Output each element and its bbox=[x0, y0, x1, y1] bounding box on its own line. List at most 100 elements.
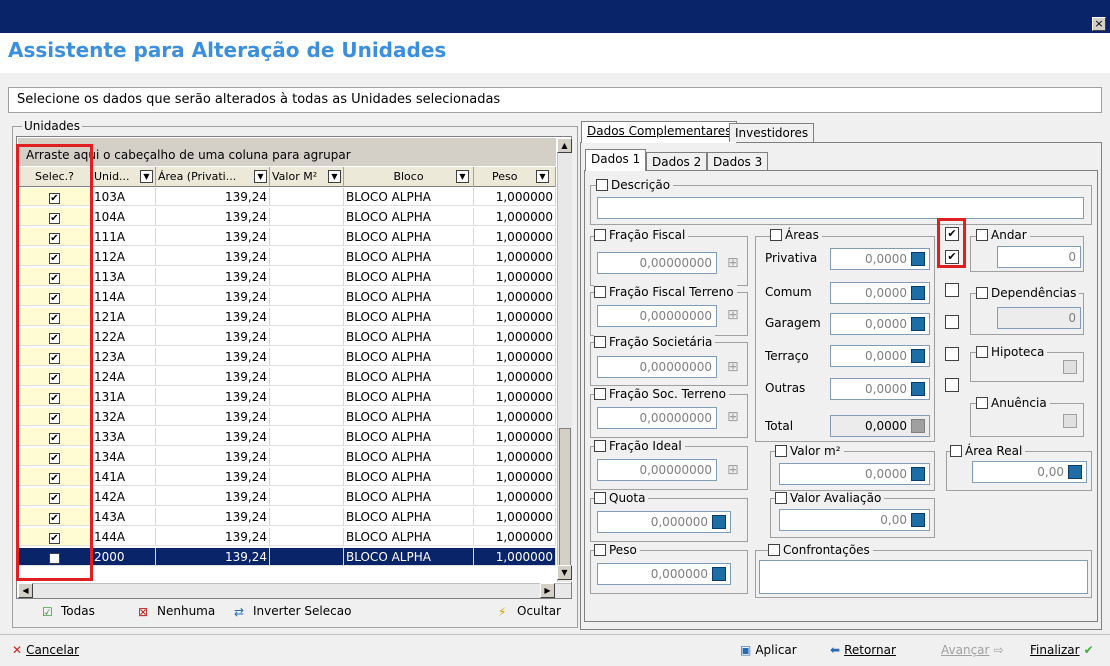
horizontal-scrollbar[interactable]: ◀ ▶ bbox=[18, 583, 571, 598]
scroll-down-icon[interactable]: ▼ bbox=[557, 565, 572, 580]
fracao-ideal-checkbox[interactable] bbox=[594, 440, 606, 452]
areas-checkbox[interactable] bbox=[770, 229, 782, 241]
fracao-fiscal-terreno-input[interactable]: 0,00000000 bbox=[597, 305, 717, 327]
andar-checkbox[interactable] bbox=[976, 229, 988, 241]
tab-dados-complementares[interactable]: Dados Complementares bbox=[581, 121, 738, 143]
fracao-soc-terreno-input[interactable]: 0,00000000 bbox=[597, 407, 717, 429]
calculator-icon[interactable] bbox=[911, 252, 925, 266]
table-row[interactable]: ✔ 134A 139,24 BLOCO ALPHA 1,000000 bbox=[18, 448, 556, 466]
calculator-icon[interactable] bbox=[911, 513, 925, 527]
select-none-button[interactable]: ⊠ Nenhuma bbox=[138, 604, 215, 619]
table-row[interactable]: ✔ 111A 139,24 BLOCO ALPHA 1,000000 bbox=[18, 228, 556, 246]
table-row[interactable]: ✔ 142A 139,24 BLOCO ALPHA 1,000000 bbox=[18, 488, 556, 506]
table-row[interactable]: ✔ 144A 139,24 BLOCO ALPHA 1,000000 bbox=[18, 528, 556, 546]
fracao-societaria-checkbox[interactable] bbox=[594, 336, 606, 348]
valor-m2-legend[interactable]: Valor m² bbox=[775, 444, 844, 458]
fracao-fiscal-terreno-legend[interactable]: Fração Fiscal Terreno bbox=[594, 285, 737, 299]
filter-dropdown-icon[interactable]: ▼ bbox=[254, 170, 267, 183]
quota-legend[interactable]: Quota bbox=[594, 491, 649, 505]
fracao-fiscal-input[interactable]: 0,00000000 bbox=[597, 252, 717, 274]
scroll-right-icon[interactable]: ▶ bbox=[540, 583, 555, 598]
add-icon[interactable]: ⊞ bbox=[727, 308, 741, 324]
hide-button[interactable]: ⚡ Ocultar bbox=[498, 604, 561, 619]
scroll-thumb[interactable] bbox=[559, 428, 571, 568]
valor-m2-checkbox[interactable] bbox=[775, 445, 787, 457]
confrontacoes-checkbox[interactable] bbox=[768, 544, 780, 556]
filter-dropdown-icon[interactable]: ▼ bbox=[140, 170, 153, 183]
close-button[interactable]: × bbox=[1092, 17, 1106, 31]
valor-avaliacao-input[interactable]: 0,00 bbox=[779, 509, 930, 531]
anuencia-checkbox[interactable] bbox=[976, 397, 988, 409]
table-row[interactable]: ✔ 133A 139,24 BLOCO ALPHA 1,000000 bbox=[18, 428, 556, 446]
garagem-checkbox[interactable] bbox=[945, 315, 959, 329]
comum-checkbox[interactable] bbox=[945, 283, 959, 297]
table-row[interactable]: ✔ 113A 139,24 BLOCO ALPHA 1,000000 bbox=[18, 268, 556, 286]
andar-legend[interactable]: Andar bbox=[976, 228, 1030, 242]
invert-selection-button[interactable]: ⇄ Inverter Selecao bbox=[234, 604, 351, 619]
table-row[interactable]: ✔ 131A 139,24 BLOCO ALPHA 1,000000 bbox=[18, 388, 556, 406]
peso-input[interactable]: 0,000000 bbox=[597, 563, 731, 585]
apply-button[interactable]: ▣ Aplicar bbox=[740, 643, 797, 657]
descricao-input[interactable] bbox=[597, 197, 1084, 219]
fracao-fiscal-legend[interactable]: Fração Fiscal bbox=[594, 228, 689, 242]
tab-dados-1[interactable]: Dados 1 bbox=[585, 149, 647, 171]
table-row[interactable]: ✔ 132A 139,24 BLOCO ALPHA 1,000000 bbox=[18, 408, 556, 426]
descricao-legend[interactable]: Descrição bbox=[596, 178, 674, 192]
calculator-icon[interactable] bbox=[911, 286, 925, 300]
dependencias-input[interactable]: 0 bbox=[997, 307, 1081, 329]
add-icon[interactable]: ⊞ bbox=[727, 410, 741, 426]
col-header-bloco[interactable]: Bloco bbox=[344, 167, 474, 187]
table-row[interactable]: ✔ 103A 139,24 BLOCO ALPHA 1,000000 bbox=[18, 188, 556, 206]
confrontacoes-input[interactable] bbox=[759, 560, 1088, 594]
calculator-icon[interactable] bbox=[712, 515, 726, 529]
calculator-icon[interactable] bbox=[1068, 465, 1082, 479]
area-real-checkbox[interactable] bbox=[950, 445, 962, 457]
terraco-checkbox[interactable] bbox=[945, 347, 959, 361]
calculator-icon[interactable] bbox=[911, 317, 925, 331]
cancel-button[interactable]: ✕ Cancelar bbox=[12, 643, 79, 657]
table-row[interactable]: ✔ 141A 139,24 BLOCO ALPHA 1,000000 bbox=[18, 468, 556, 486]
tab-dados-2[interactable]: Dados 2 bbox=[646, 152, 708, 170]
valor-avaliacao-legend[interactable]: Valor Avaliação bbox=[775, 491, 885, 505]
anuencia-legend[interactable]: Anuência bbox=[976, 396, 1050, 410]
tab-dados-3[interactable]: Dados 3 bbox=[707, 152, 769, 170]
scroll-left-icon[interactable]: ◀ bbox=[18, 583, 33, 598]
hipoteca-checkbox[interactable] bbox=[976, 346, 988, 358]
calculator-icon[interactable] bbox=[911, 382, 925, 396]
quota-input[interactable]: 0,000000 bbox=[597, 511, 731, 533]
tab-investidores[interactable]: Investidores bbox=[729, 123, 815, 142]
table-row[interactable]: ✔ 121A 139,24 BLOCO ALPHA 1,000000 bbox=[18, 308, 556, 326]
table-row[interactable]: ✔ 112A 139,24 BLOCO ALPHA 1,000000 bbox=[18, 248, 556, 266]
fracao-soc-terreno-checkbox[interactable] bbox=[594, 388, 606, 400]
calculator-icon[interactable] bbox=[712, 567, 726, 581]
descricao-checkbox[interactable] bbox=[596, 179, 608, 191]
finish-button[interactable]: Finalizar ✔ bbox=[1030, 643, 1094, 657]
quota-checkbox[interactable] bbox=[594, 492, 606, 504]
select-all-button[interactable]: ☑ Todas bbox=[42, 604, 95, 619]
group-by-area[interactable]: Arraste aqui o cabeçalho de uma coluna p… bbox=[18, 138, 556, 166]
fracao-ideal-legend[interactable]: Fração Ideal bbox=[594, 439, 685, 453]
fracao-societaria-legend[interactable]: Fração Societária bbox=[594, 335, 716, 349]
col-header-area[interactable]: Área (Privati... bbox=[156, 167, 270, 187]
valor-m2-input[interactable]: 0,0000 bbox=[779, 463, 930, 485]
table-row[interactable]: ✔ 124A 139,24 BLOCO ALPHA 1,000000 bbox=[18, 368, 556, 386]
fracao-fiscal-terreno-checkbox[interactable] bbox=[594, 286, 606, 298]
andar-input[interactable]: 0 bbox=[997, 246, 1081, 268]
add-icon[interactable]: ⊞ bbox=[727, 360, 741, 376]
table-row[interactable]: ✔ 114A 139,24 BLOCO ALPHA 1,000000 bbox=[18, 288, 556, 306]
fracao-soc-terreno-legend[interactable]: Fração Soc. Terreno bbox=[594, 387, 730, 401]
confrontacoes-legend[interactable]: Confrontações bbox=[768, 543, 873, 557]
filter-dropdown-icon[interactable]: ▼ bbox=[456, 170, 469, 183]
add-icon[interactable]: ⊞ bbox=[727, 256, 741, 272]
peso-legend[interactable]: Peso bbox=[594, 543, 640, 557]
calculator-icon[interactable] bbox=[911, 467, 925, 481]
add-icon[interactable]: ⊞ bbox=[727, 463, 741, 479]
vertical-scrollbar[interactable]: ▲ ▼ bbox=[557, 138, 572, 582]
table-row[interactable]: ✔ 122A 139,24 BLOCO ALPHA 1,000000 bbox=[18, 328, 556, 346]
hipoteca-legend[interactable]: Hipoteca bbox=[976, 345, 1048, 359]
dependencias-checkbox[interactable] bbox=[976, 287, 988, 299]
area-real-legend[interactable]: Área Real bbox=[950, 444, 1026, 458]
back-button[interactable]: ⬅ Retornar bbox=[830, 643, 896, 657]
table-row[interactable]: ✔ 143A 139,24 BLOCO ALPHA 1,000000 bbox=[18, 508, 556, 526]
dependencias-legend[interactable]: Dependências bbox=[976, 286, 1080, 300]
